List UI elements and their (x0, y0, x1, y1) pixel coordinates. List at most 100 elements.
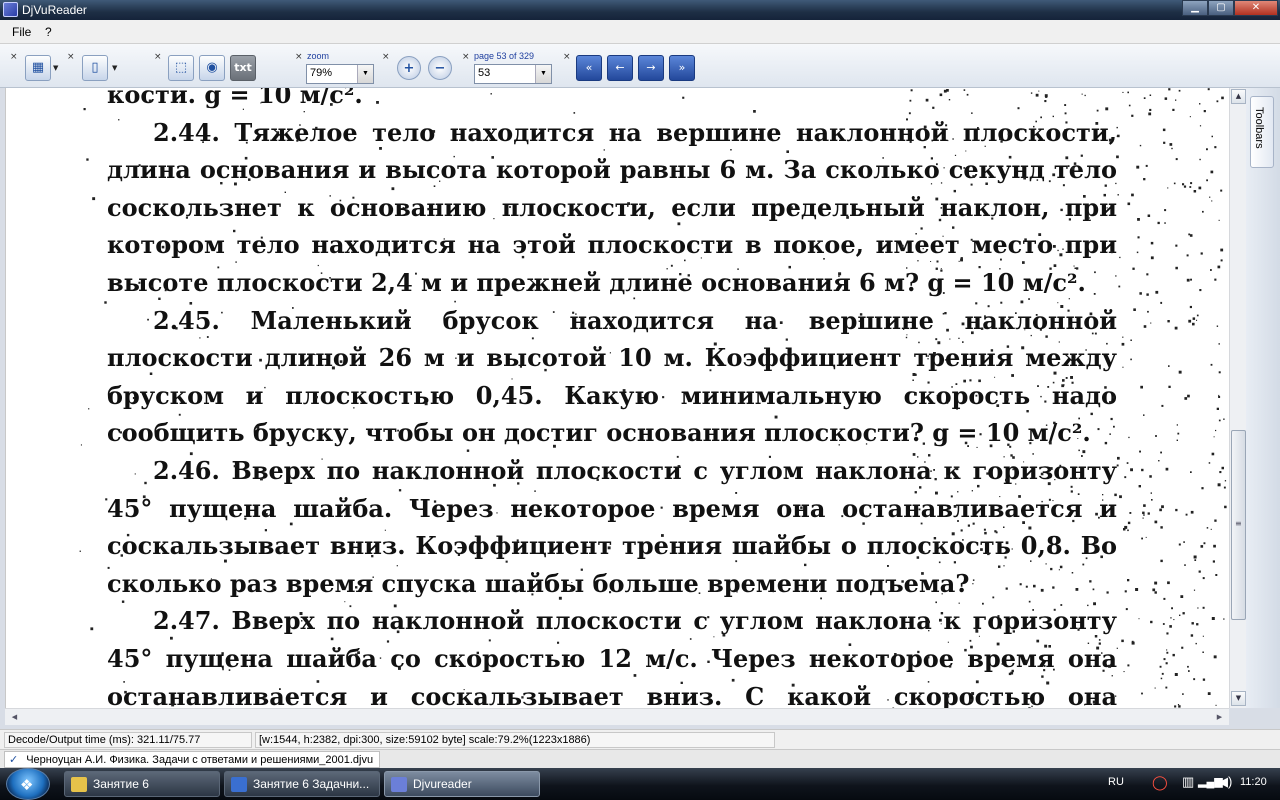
noise-speck (1149, 475, 1152, 478)
noise-speck (1211, 135, 1213, 138)
page-view-icon[interactable]: ▯ (82, 55, 108, 81)
maximize-button[interactable]: ▢ (1208, 0, 1234, 16)
close-button[interactable]: ✕ (1234, 0, 1278, 16)
language-indicator[interactable]: RU (1108, 776, 1124, 788)
next-page-icon[interactable]: → (638, 55, 664, 81)
vertical-scrollbar[interactable]: ▲ ≡ ▼ (1229, 88, 1246, 708)
toolbar-close-icon[interactable]: × (10, 52, 18, 62)
noise-speck (1191, 622, 1194, 625)
toolbar-close-icon[interactable]: × (563, 52, 571, 62)
horizontal-scrollbar[interactable]: ◀ ▶ (5, 708, 1229, 725)
minimize-button[interactable]: ▁ (1182, 0, 1208, 16)
page-select[interactable]: 53 ▼ (474, 64, 552, 84)
image-icon[interactable]: ◉ (199, 55, 225, 81)
network-icon[interactable]: ▥ (1182, 774, 1194, 790)
toolbar-close-icon[interactable]: × (462, 52, 470, 62)
taskbar-item-zanyatie[interactable]: Занятие 6 (64, 771, 220, 797)
noise-speck (1127, 529, 1129, 532)
noise-speck (1203, 542, 1206, 545)
scroll-down-icon[interactable]: ▼ (1231, 691, 1246, 706)
noise-speck (1183, 541, 1185, 543)
noise-speck (1189, 186, 1192, 188)
prev-page-icon[interactable]: ← (607, 55, 633, 81)
noise-speck (1161, 672, 1164, 675)
volume-icon[interactable]: ◀) (1218, 774, 1232, 790)
noise-speck (1136, 251, 1139, 254)
noise-speck (1199, 103, 1201, 105)
toolbar-close-icon[interactable]: × (67, 52, 75, 62)
noise-speck (1161, 404, 1164, 407)
scroll-thumb[interactable]: ≡ (1231, 430, 1246, 620)
noise-speck (1131, 114, 1134, 117)
noise-speck (1123, 528, 1126, 531)
noise-speck (1122, 91, 1124, 93)
problem-2-44: 2.44. Тяжелое тело находится на вершине … (107, 117, 1117, 297)
txt-icon[interactable]: txt (230, 55, 256, 81)
noise-speck (1182, 183, 1185, 186)
chevron-down-icon[interactable]: ▼ (112, 64, 117, 72)
noise-speck (1130, 468, 1133, 472)
noise-speck (1185, 513, 1188, 516)
noise-speck (1166, 632, 1169, 635)
taskbar-item-word[interactable]: Занятие 6 Задачни... (224, 771, 380, 797)
noise-speck (1141, 692, 1143, 695)
noise-speck (1207, 88, 1210, 91)
noise-speck (1212, 560, 1215, 563)
noise-speck (1196, 319, 1198, 321)
noise-speck (1202, 678, 1206, 681)
noise-speck (1160, 677, 1163, 680)
noise-speck (1201, 487, 1204, 490)
noise-speck (1166, 649, 1168, 651)
zoom-in-icon[interactable]: + (397, 56, 421, 80)
chevron-down-icon[interactable]: ▼ (535, 65, 551, 83)
noise-speck (1198, 570, 1201, 573)
noise-speck (1147, 512, 1150, 515)
noise-speck (1184, 397, 1188, 400)
scroll-up-icon[interactable]: ▲ (1231, 89, 1246, 104)
noise-speck (1187, 665, 1189, 668)
noise-speck (1150, 322, 1152, 324)
start-button[interactable]: ❖ (6, 768, 50, 800)
toolbar-close-icon[interactable]: × (154, 52, 162, 62)
clock[interactable]: 11:20 (1240, 776, 1267, 788)
noise-speck (1172, 653, 1175, 657)
document-tab[interactable]: ✓ Черноуцан А.И. Физика. Задачи с ответам… (4, 751, 381, 768)
window-title: DjVuReader (22, 3, 87, 17)
noise-speck (1159, 508, 1162, 512)
toolbar-close-icon[interactable]: × (382, 52, 390, 62)
toolbar-close-icon[interactable]: × (295, 52, 303, 62)
zoom-select[interactable]: 79% ▼ (306, 64, 374, 84)
document-view[interactable]: кости. g = 10 м/с². 2.44. Тяжелое тело н… (5, 88, 1229, 708)
chevron-down-icon[interactable]: ▼ (53, 64, 58, 72)
select-rect-icon[interactable]: ⬚ (168, 55, 194, 81)
noise-speck (1165, 467, 1169, 471)
menu-help[interactable]: ? (45, 25, 52, 39)
noise-speck (1127, 664, 1130, 667)
toolbars-tab[interactable]: Toolbars (1250, 96, 1274, 168)
chevron-down-icon[interactable]: ▼ (357, 65, 373, 83)
scroll-left-icon[interactable]: ◀ (7, 710, 22, 725)
last-page-icon[interactable]: » (669, 55, 695, 81)
taskbar-item-djvureader[interactable]: Djvureader (384, 771, 540, 797)
noise-speck (1195, 642, 1197, 645)
zoom-out-icon[interactable]: − (428, 56, 452, 80)
noise-speck (1127, 91, 1129, 94)
first-page-icon[interactable]: « (576, 55, 602, 81)
opera-icon[interactable]: ◯ (1152, 774, 1168, 791)
layout-icon[interactable]: ▦ (25, 55, 51, 81)
noise-speck (1169, 143, 1173, 146)
noise-speck (1119, 495, 1122, 499)
noise-speck (1143, 414, 1145, 416)
noise-speck (88, 408, 90, 410)
noise-speck (1149, 94, 1152, 96)
noise-speck (1137, 236, 1140, 239)
noise-speck (1143, 178, 1146, 181)
document-tabs: ✓ Черноуцан А.И. Физика. Задачи с ответам… (0, 749, 1280, 768)
noise-speck (1170, 617, 1172, 619)
menu-file[interactable]: File (12, 25, 31, 39)
noise-speck (1215, 704, 1217, 706)
noise-speck (1175, 508, 1178, 512)
noise-speck (1162, 128, 1166, 132)
problem-2-46: 2.46. Вверх по наклонной плоскости с угл… (107, 455, 1117, 598)
scroll-right-icon[interactable]: ▶ (1212, 710, 1227, 725)
